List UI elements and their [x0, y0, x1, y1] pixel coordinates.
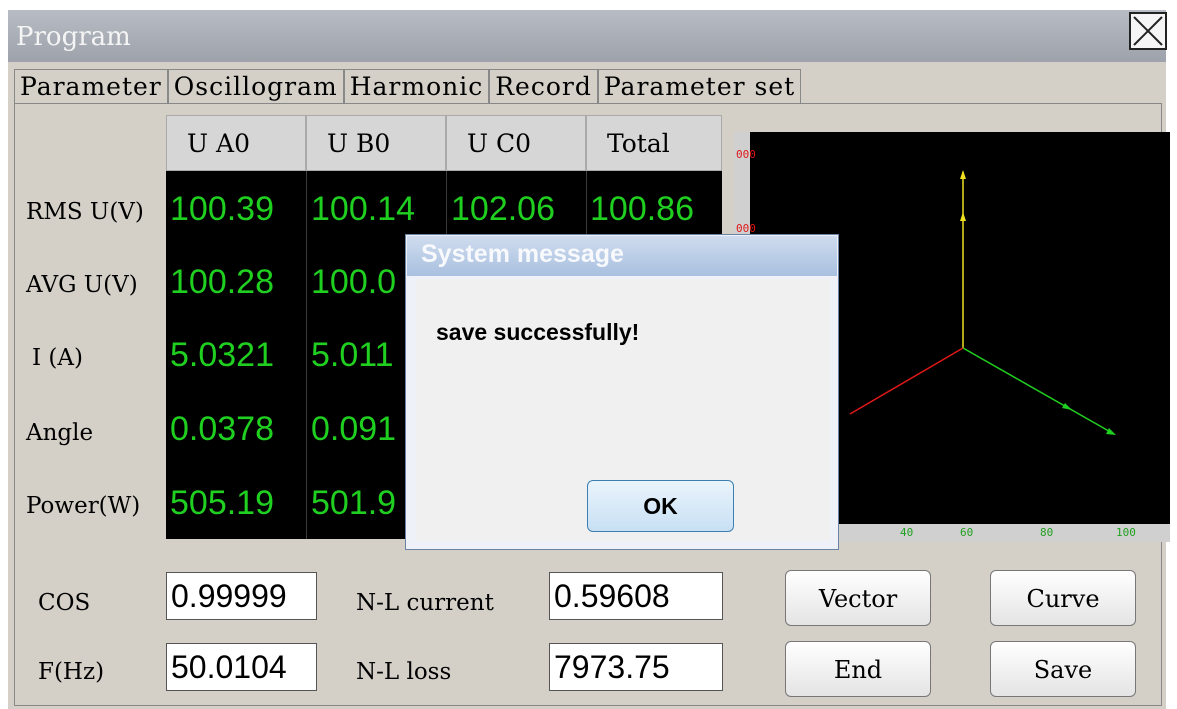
table-cell: 100.0: [311, 263, 397, 301]
column-header: U A0: [166, 115, 306, 171]
ok-button[interactable]: OK: [587, 480, 734, 532]
tab-parameter-set[interactable]: Parameter set: [597, 69, 802, 103]
dialog-message: save successfully!: [436, 319, 640, 345]
nl-loss-field[interactable]: 7973.75: [549, 643, 723, 691]
cos-field[interactable]: 0.99999: [166, 572, 317, 620]
row-label: I (A): [32, 345, 83, 371]
x-tick-label: 40: [900, 526, 913, 539]
table-cell: 501.9: [311, 484, 397, 522]
column-header: U C0: [446, 115, 586, 171]
tab-strip: Parameter Oscillogram Harmonic Record Pa…: [14, 69, 802, 103]
table-cell: 102.06: [451, 190, 555, 228]
table-cell: 100.86: [590, 190, 694, 228]
cos-label: COS: [38, 590, 91, 616]
window-title-bar: Program: [8, 10, 1166, 62]
vector-button[interactable]: Vector: [785, 570, 931, 626]
row-label: AVG U(V): [26, 272, 138, 298]
row-label: RMS U(V): [26, 199, 144, 225]
nl-current-field[interactable]: 0.59608: [549, 572, 723, 620]
end-button[interactable]: End: [785, 641, 931, 697]
close-icon: [1133, 16, 1163, 46]
table-cell: 0.091: [311, 410, 397, 448]
table-cell: 5.011: [311, 336, 394, 374]
close-button[interactable]: [1129, 12, 1167, 50]
table-cell: 5.0321: [170, 336, 274, 374]
column-header: Total: [586, 115, 722, 171]
dialog-title: System message: [421, 240, 624, 268]
tab-harmonic[interactable]: Harmonic: [343, 69, 490, 103]
x-tick-label: 100: [1116, 526, 1136, 539]
table-cell: 100.28: [170, 263, 274, 301]
x-tick-label: 60: [960, 526, 973, 539]
curve-button[interactable]: Curve: [990, 570, 1136, 626]
table-cell: 100.39: [170, 190, 274, 228]
nl-current-label: N-L current: [356, 590, 494, 616]
table-cell: 0.0378: [170, 410, 274, 448]
table-cell: 505.19: [170, 484, 274, 522]
y-tick-label: 000: [736, 148, 756, 161]
x-tick-label: 80: [1040, 526, 1053, 539]
column-header: U B0: [306, 115, 446, 171]
tab-record[interactable]: Record: [489, 69, 598, 103]
freq-field[interactable]: 50.0104: [166, 643, 317, 691]
window-title: Program: [16, 22, 131, 52]
row-label: Angle: [26, 420, 94, 446]
dialog-title-bar: System message: [407, 236, 837, 276]
row-label: Power(W): [26, 493, 141, 519]
tab-oscillogram[interactable]: Oscillogram: [167, 69, 344, 103]
freq-label: F(Hz): [38, 659, 105, 685]
nl-loss-label: N-L loss: [356, 659, 452, 685]
table-cell: 100.14: [311, 190, 415, 228]
save-button[interactable]: Save: [990, 641, 1136, 697]
grid-divider: [306, 171, 307, 539]
tab-parameter[interactable]: Parameter: [14, 69, 168, 103]
